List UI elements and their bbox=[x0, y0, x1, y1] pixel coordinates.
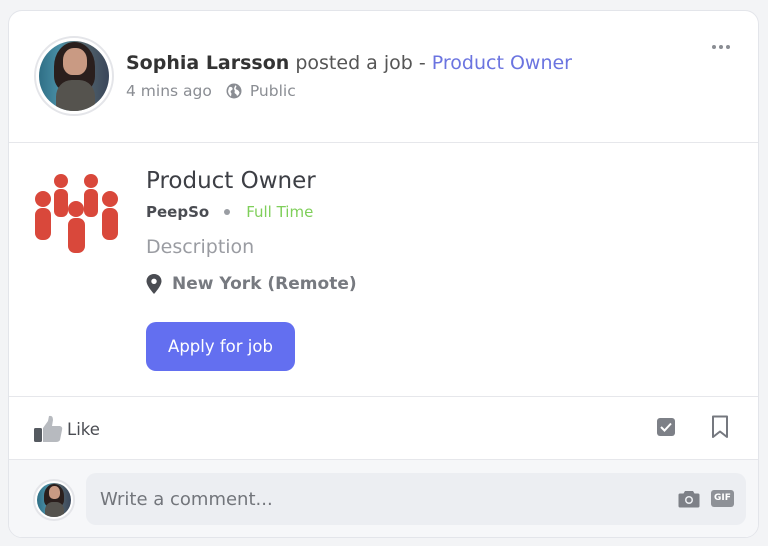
checkbox-icon[interactable] bbox=[656, 417, 676, 437]
gif-icon[interactable]: GIF bbox=[711, 490, 734, 507]
job-title-link[interactable]: Product Owner bbox=[432, 52, 572, 74]
post-actions: Like bbox=[9, 397, 758, 460]
post-header: Sophia Larsson posted a job - Product Ow… bbox=[9, 11, 758, 143]
post-timestamp[interactable]: 4 mins ago bbox=[126, 82, 212, 100]
current-user-photo bbox=[37, 483, 71, 517]
camera-icon[interactable] bbox=[678, 490, 700, 508]
description-label: Description bbox=[146, 236, 255, 258]
comment-box: GIF bbox=[86, 473, 746, 525]
company-line: PeepSo Full Time bbox=[146, 203, 313, 221]
map-pin-icon bbox=[146, 274, 162, 294]
author-photo bbox=[39, 41, 109, 111]
privacy-label[interactable]: Public bbox=[250, 82, 296, 100]
job-title: Product Owner bbox=[146, 168, 316, 194]
comment-section: GIF bbox=[9, 460, 758, 537]
job-post-card: Sophia Larsson posted a job - Product Ow… bbox=[8, 10, 759, 538]
job-group-icon bbox=[35, 174, 118, 253]
company-name: PeepSo bbox=[146, 203, 210, 221]
separator-dot bbox=[224, 209, 231, 215]
post-action-text: posted a job - bbox=[289, 52, 432, 74]
bookmark-icon[interactable] bbox=[711, 415, 729, 439]
job-type: Full Time bbox=[246, 203, 314, 221]
location-text: New York (Remote) bbox=[172, 274, 357, 294]
thumbs-up-icon bbox=[34, 415, 63, 442]
comment-input[interactable] bbox=[100, 485, 640, 513]
apply-for-job-button[interactable]: Apply for job bbox=[146, 322, 295, 371]
post-meta: 4 mins ago Public bbox=[126, 82, 296, 100]
current-user-avatar[interactable] bbox=[33, 479, 75, 521]
globe-icon bbox=[226, 83, 242, 99]
job-location: New York (Remote) bbox=[146, 274, 357, 294]
more-options-icon[interactable] bbox=[712, 37, 732, 57]
like-button[interactable]: Like bbox=[33, 415, 100, 443]
author-name[interactable]: Sophia Larsson bbox=[126, 52, 289, 74]
post-author-line: Sophia Larsson posted a job - Product Ow… bbox=[126, 52, 572, 74]
job-details: Product Owner PeepSo Full Time Descripti… bbox=[9, 143, 758, 397]
like-label: Like bbox=[67, 419, 100, 439]
author-avatar[interactable] bbox=[34, 36, 114, 116]
